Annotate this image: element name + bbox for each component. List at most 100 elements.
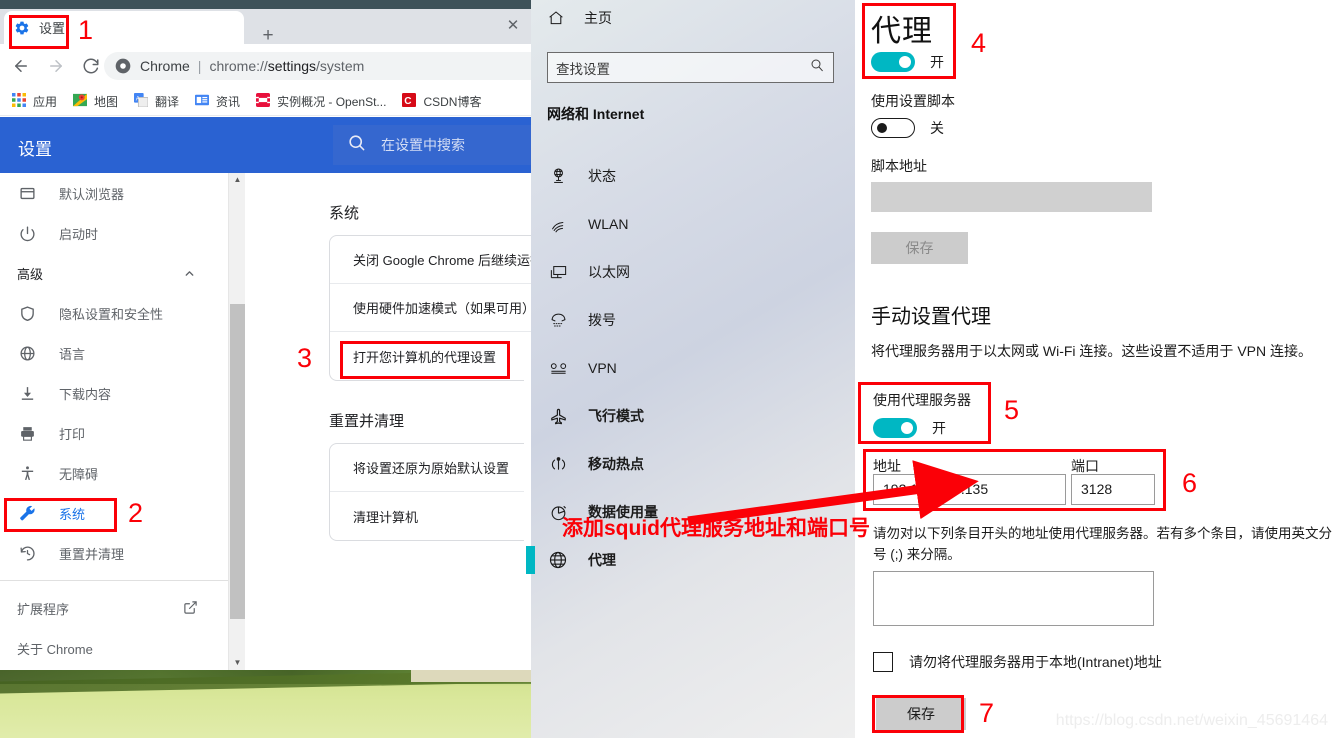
- nav-item-label: 拨号: [588, 312, 616, 328]
- sidebar-item-printing[interactable]: 打印: [0, 413, 228, 453]
- bookmark-apps[interactable]: 应用: [8, 91, 61, 112]
- sidebar-item-reset[interactable]: 重置并清理: [0, 533, 228, 573]
- external-link-icon: [183, 600, 198, 618]
- sidebar-item-downloads[interactable]: 下载内容: [0, 373, 228, 413]
- exceptions-description: 请勿对以下列条目开头的地址使用代理服务器。若有多个条目，请使用英文分号 (;) …: [873, 526, 1332, 562]
- sidebar-item-label: 打印: [59, 426, 86, 442]
- bookmark-news[interactable]: 资讯: [191, 91, 244, 112]
- sidebar-item-extensions[interactable]: 扩展程序: [0, 588, 228, 628]
- toggle-knob: [877, 123, 887, 133]
- sidebar-item-languages[interactable]: 语言: [0, 333, 228, 373]
- hotspot-icon: [547, 455, 569, 474]
- settings-find-placeholder: 查找设置: [556, 61, 610, 77]
- home-icon: [547, 9, 565, 27]
- nav-item-vpn[interactable]: VPN: [531, 344, 855, 392]
- search-icon: [809, 57, 825, 78]
- sidebar-item-on-startup[interactable]: 启动时: [0, 213, 228, 253]
- row-hardware-acceleration[interactable]: 使用硬件加速模式（如果可用）: [330, 284, 531, 332]
- proxy-port-input[interactable]: 3128: [1071, 474, 1155, 505]
- annotation-number-2: 2: [128, 498, 144, 528]
- auto-detect-toggle-row: 开: [871, 52, 944, 72]
- settings-find-input[interactable]: 查找设置: [547, 52, 834, 83]
- browser-tab-settings[interactable]: 设置: [4, 11, 244, 44]
- nav-item-ethernet[interactable]: 以太网: [531, 248, 855, 296]
- proxy-heading: 代理: [871, 15, 933, 48]
- sidebar-item-accessibility[interactable]: 无障碍: [0, 453, 228, 493]
- script-toggle-row: 关: [871, 118, 944, 138]
- nav-item-mobile-hotspot[interactable]: 移动热点: [531, 440, 855, 488]
- page-title: 设置: [18, 140, 52, 159]
- sidebar-item-privacy[interactable]: 隐私设置和安全性: [0, 293, 228, 333]
- sidebar-item-label: 语言: [59, 346, 86, 362]
- settings-home-link[interactable]: 主页: [547, 8, 612, 28]
- chrome-browser-window: 设置 ✕ + Chrome | chrome://settings/system: [0, 0, 531, 670]
- nav-item-proxy[interactable]: 代理: [526, 536, 855, 584]
- omnibox-url: chrome://settings/system: [209, 58, 364, 74]
- row-continue-running[interactable]: 关闭 Google Chrome 后继续运行: [330, 236, 531, 284]
- exceptions-textarea[interactable]: [873, 571, 1154, 626]
- nav-item-airplane-mode[interactable]: 飞行模式: [531, 392, 855, 440]
- download-icon: [17, 385, 37, 402]
- use-setup-script-toggle[interactable]: [871, 118, 915, 138]
- bypass-local-checkbox[interactable]: [873, 652, 893, 672]
- annotation-note-text: 添加squid代理服务地址和端口号: [562, 517, 870, 540]
- auto-proxy-toggle-state: 开: [930, 54, 944, 70]
- address-label: 地址: [873, 458, 901, 474]
- chrome-title-bar: [0, 0, 531, 9]
- address-bar[interactable]: Chrome | chrome://settings/system: [104, 52, 531, 80]
- bookmark-maps[interactable]: 地图: [69, 91, 122, 112]
- settings-scrollbar[interactable]: ▲ ▼: [228, 173, 245, 670]
- nav-item-wlan[interactable]: WLAN: [531, 200, 855, 248]
- url-prefix: chrome://: [209, 58, 268, 74]
- script-save-button[interactable]: 保存: [871, 232, 968, 264]
- accessibility-icon: [17, 465, 37, 482]
- bookmark-csdn[interactable]: C CSDN博客: [398, 91, 485, 112]
- settings-category-title: 网络和 Internet: [547, 106, 645, 122]
- scrollbar-thumb[interactable]: [230, 304, 245, 619]
- sidebar-item-label: 重置并清理: [59, 546, 125, 562]
- bypass-local-row[interactable]: 请勿将代理服务器用于本地(Intranet)地址: [873, 652, 1162, 672]
- back-button[interactable]: [7, 52, 35, 80]
- nav-item-status[interactable]: 状态: [531, 152, 855, 200]
- auto-proxy-toggle[interactable]: [871, 52, 915, 72]
- settings-main-content: 系统 关闭 Google Chrome 后继续运行 使用硬件加速模式（如果可用）…: [246, 173, 531, 670]
- annotation-number-5: 5: [1004, 395, 1020, 425]
- annotation-number-6: 6: [1182, 468, 1198, 498]
- sidebar-item-default-browser[interactable]: 默认浏览器: [0, 173, 228, 213]
- tab-close-icon[interactable]: ✕: [505, 18, 521, 34]
- ethernet-icon: [547, 263, 569, 282]
- section-title-reset: 重置并清理: [329, 413, 405, 430]
- new-tab-button[interactable]: +: [258, 26, 278, 46]
- chrome-toolbar: Chrome | chrome://settings/system: [0, 44, 531, 87]
- reload-button[interactable]: [77, 52, 105, 80]
- bookmark-openstack[interactable]: 实例概况 - OpenSt...: [252, 91, 390, 112]
- nav-item-dialup[interactable]: 拨号: [531, 296, 855, 344]
- sidebar-item-about-chrome[interactable]: 关于 Chrome: [0, 628, 228, 668]
- script-address-input[interactable]: [871, 182, 1152, 212]
- bookmark-label: 翻译: [155, 94, 180, 109]
- scroll-down-arrow-icon[interactable]: ▼: [229, 656, 246, 670]
- save-button[interactable]: 保存: [876, 698, 966, 730]
- row-restore-defaults[interactable]: 将设置还原为原始默认设置: [330, 444, 531, 492]
- url-emphasis: settings: [267, 58, 317, 74]
- settings-search-box[interactable]: 在设置中搜索: [333, 125, 531, 165]
- shield-icon: [17, 305, 37, 322]
- wrench-icon: [17, 504, 37, 522]
- sidebar-item-label: 无障碍: [59, 466, 99, 482]
- sidebar-item-label: 系统: [59, 506, 86, 522]
- forward-button[interactable]: [42, 52, 70, 80]
- nav-item-label: 代理: [588, 552, 616, 568]
- printer-icon: [17, 425, 37, 442]
- sidebar-item-system[interactable]: 系统: [0, 493, 228, 533]
- row-open-proxy-settings[interactable]: 打开您计算机的代理设置: [330, 332, 531, 380]
- row-clean-computer[interactable]: 清理计算机: [330, 492, 531, 540]
- use-proxy-server-toggle[interactable]: [873, 418, 917, 438]
- proxy-address-input[interactable]: 192.168.188.135: [873, 474, 1066, 505]
- scroll-up-arrow-icon[interactable]: ▲: [229, 173, 246, 187]
- bookmark-translate[interactable]: A 翻译: [130, 91, 183, 112]
- bypass-local-label: 请勿将代理服务器用于本地(Intranet)地址: [909, 654, 1162, 670]
- sidebar-section-advanced[interactable]: 高级: [0, 253, 228, 293]
- chrome-logo-icon: [115, 58, 131, 74]
- settings-page-header: 设置 在设置中搜索: [0, 117, 531, 173]
- chevron-up-icon: [183, 267, 196, 283]
